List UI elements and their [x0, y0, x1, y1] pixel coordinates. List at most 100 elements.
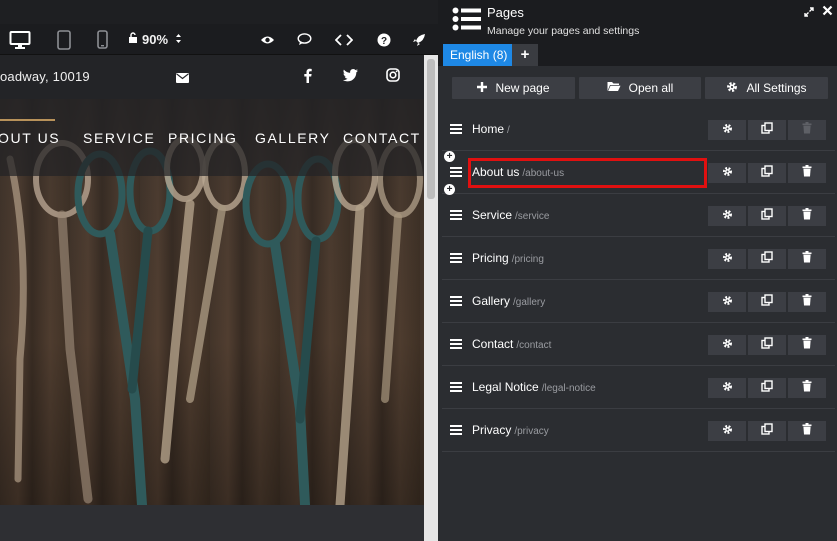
nav-item-pricing[interactable]: PRICING — [168, 130, 238, 146]
drag-handle-icon[interactable] — [450, 167, 462, 179]
open-all-button[interactable]: Open all — [579, 77, 701, 99]
page-name[interactable]: Home / — [472, 122, 510, 136]
expand-icon[interactable] — [804, 4, 814, 22]
editor-toolbar: 90% ? — [0, 24, 438, 55]
nav-item-about-us[interactable]: OUT US — [0, 130, 60, 146]
list-item[interactable]: Pricing/pricing — [442, 237, 835, 280]
list-item[interactable]: Contact/contact — [442, 323, 835, 366]
drag-handle-icon[interactable] — [450, 210, 462, 222]
page-settings-button[interactable] — [708, 335, 746, 355]
rocket-icon[interactable] — [405, 24, 433, 55]
nav-item-service[interactable]: SERVICE — [83, 130, 155, 146]
drag-handle-icon[interactable] — [450, 296, 462, 308]
gear-icon — [722, 379, 733, 397]
page-settings-button[interactable] — [708, 163, 746, 183]
add-language-button[interactable]: + — [512, 44, 538, 66]
new-page-button[interactable]: New page — [452, 77, 575, 99]
page-slug: /pricing — [511, 254, 544, 265]
list-item[interactable]: Service/service — [442, 194, 835, 237]
delete-page-button — [788, 120, 826, 140]
desktop-icon[interactable] — [2, 24, 38, 55]
delete-page-button[interactable] — [788, 335, 826, 355]
eye-icon[interactable] — [254, 24, 280, 55]
copy-icon — [761, 293, 773, 311]
duplicate-page-button[interactable] — [748, 335, 786, 355]
drag-handle-icon[interactable] — [450, 339, 462, 351]
close-icon[interactable] — [822, 3, 833, 21]
page-settings-button[interactable] — [708, 378, 746, 398]
duplicate-page-button[interactable] — [748, 292, 786, 312]
code-icon[interactable] — [330, 24, 358, 55]
comment-icon[interactable] — [290, 24, 318, 55]
page-name[interactable]: Pricing/pricing — [472, 251, 544, 265]
delete-page-button[interactable] — [788, 421, 826, 441]
preview-scrollbar[interactable] — [424, 55, 438, 541]
duplicate-page-button[interactable] — [748, 249, 786, 269]
zoom-stepper-icon[interactable] — [175, 31, 182, 49]
duplicate-page-button[interactable] — [748, 163, 786, 183]
list-item[interactable]: About us/about-us — [442, 151, 835, 194]
duplicate-page-button[interactable] — [748, 206, 786, 226]
drag-handle-icon[interactable] — [450, 124, 462, 136]
nav-active-underline — [0, 119, 55, 121]
page-name[interactable]: Service/service — [472, 208, 549, 222]
nav-item-gallery[interactable]: GALLERY — [255, 130, 331, 146]
tab-language-english[interactable]: English (8) — [443, 44, 515, 66]
delete-page-button[interactable] — [788, 292, 826, 312]
delete-page-button[interactable] — [788, 163, 826, 183]
drag-handle-icon[interactable] — [450, 382, 462, 394]
delete-page-button[interactable] — [788, 249, 826, 269]
gear-icon — [722, 336, 733, 354]
copy-icon — [761, 121, 773, 139]
page-name[interactable]: About us/about-us — [472, 165, 564, 179]
copy-icon — [761, 379, 773, 397]
trash-icon — [802, 250, 812, 268]
svg-text:?: ? — [381, 36, 387, 47]
page-name[interactable]: Privacy/privacy — [472, 423, 549, 437]
trash-icon — [802, 336, 812, 354]
page-name[interactable]: Contact/contact — [472, 337, 551, 351]
nav-item-contact[interactable]: CONTACT — [343, 130, 421, 146]
insert-page-above-icon[interactable]: + — [444, 151, 455, 162]
twitter-icon[interactable] — [343, 69, 358, 87]
list-item[interactable]: Home / — [442, 108, 835, 151]
envelope-icon[interactable] — [176, 70, 189, 88]
facebook-icon[interactable] — [303, 68, 312, 88]
page-settings-button[interactable] — [708, 249, 746, 269]
drag-handle-icon[interactable] — [450, 253, 462, 265]
help-icon[interactable]: ? — [370, 24, 398, 55]
drag-handle-icon[interactable] — [450, 425, 462, 437]
delete-page-button[interactable] — [788, 378, 826, 398]
gear-icon — [722, 164, 733, 182]
delete-page-button[interactable] — [788, 206, 826, 226]
page-settings-button[interactable] — [708, 120, 746, 140]
page-settings-button[interactable] — [708, 206, 746, 226]
page-name[interactable]: Gallery/gallery — [472, 294, 545, 308]
duplicate-page-button[interactable] — [748, 421, 786, 441]
panel-header: Pages Manage your pages and settings — [438, 0, 837, 44]
language-tabs: English (8) + — [438, 44, 837, 66]
all-settings-button[interactable]: All Settings — [705, 77, 828, 99]
list-item[interactable]: Gallery/gallery — [442, 280, 835, 323]
list-item[interactable]: Legal Notice/legal-notice — [442, 366, 835, 409]
gear-icon — [726, 81, 738, 96]
app-root: 90% ? oadway, 10019 OUT US SERVICE PRICI… — [0, 0, 837, 541]
duplicate-page-button[interactable] — [748, 120, 786, 140]
scrollbar-thumb[interactable] — [427, 59, 435, 199]
instagram-icon[interactable] — [386, 68, 400, 87]
zoom-control[interactable]: 90% — [128, 24, 186, 55]
trash-icon — [802, 207, 812, 225]
duplicate-page-button[interactable] — [748, 378, 786, 398]
gear-icon — [722, 293, 733, 311]
page-name[interactable]: Legal Notice/legal-notice — [472, 380, 596, 394]
insert-page-below-icon[interactable]: + — [444, 184, 455, 195]
plus-icon — [477, 81, 488, 95]
mobile-icon[interactable] — [90, 24, 114, 55]
list-item[interactable]: Privacy/privacy — [442, 409, 835, 452]
site-preview: oadway, 10019 OUT US SERVICE PRICING GAL… — [0, 55, 424, 541]
page-settings-button[interactable] — [708, 421, 746, 441]
page-settings-button[interactable] — [708, 292, 746, 312]
page-slug: /service — [515, 211, 550, 222]
tablet-icon[interactable] — [52, 24, 76, 55]
panel-subtitle: Manage your pages and settings — [487, 25, 640, 37]
